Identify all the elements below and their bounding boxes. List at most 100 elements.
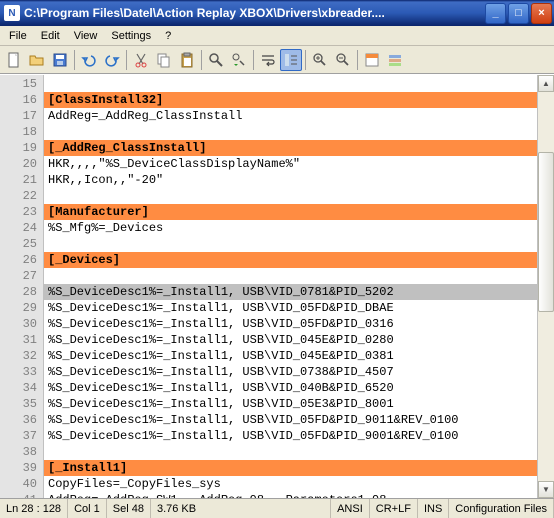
toolbar-separator [126,50,127,70]
menu-file[interactable]: File [2,28,34,44]
undo-button[interactable] [78,49,100,71]
line-number: 29 [0,300,37,316]
paste-button[interactable] [176,49,198,71]
code-area[interactable]: [ClassInstall32]AddReg=_AddReg_ClassInst… [44,75,537,498]
line-number: 40 [0,476,37,492]
section-header-line[interactable]: [_Install1] [44,460,537,476]
code-line[interactable]: %S_DeviceDesc1%=_Install1, USB\VID_05FD&… [44,300,537,316]
title-bar: N C:\Program Files\Datel\Action Replay X… [0,0,554,26]
line-number: 34 [0,380,37,396]
menu-bar: File Edit View Settings ? [0,26,554,46]
scroll-down-button[interactable]: ▼ [538,481,554,498]
zoom-in-button[interactable] [309,49,331,71]
save-button[interactable] [49,49,71,71]
code-line[interactable]: HKR,,Icon,,"-20" [44,172,537,188]
code-line[interactable] [44,124,537,140]
line-number: 20 [0,156,37,172]
toolbar-separator [305,50,306,70]
replace-button[interactable] [228,49,250,71]
status-selection: Sel 48 [107,499,151,518]
line-number: 37 [0,428,37,444]
code-line[interactable]: %S_DeviceDesc1%=_Install1, USB\VID_05E3&… [44,396,537,412]
scheme-button[interactable] [361,49,383,71]
maximize-button[interactable]: □ [508,3,529,24]
toolbar-separator [253,50,254,70]
line-number: 38 [0,444,37,460]
redo-button[interactable] [101,49,123,71]
line-number-gutter: 1516171819202122232425262728293031323334… [0,75,44,498]
line-number: 35 [0,396,37,412]
scroll-track[interactable] [538,92,554,481]
line-number: 33 [0,364,37,380]
toolbar-separator [74,50,75,70]
menu-view[interactable]: View [67,28,105,44]
code-line[interactable] [44,188,537,204]
status-position: Ln 28 : 128 [0,499,68,518]
line-numbers-button[interactable] [280,49,302,71]
minimize-button[interactable]: _ [485,3,506,24]
code-line[interactable]: %S_DeviceDesc1%=_Install1, USB\VID_0738&… [44,364,537,380]
line-number: 28 [0,284,37,300]
code-line[interactable] [44,76,537,92]
vertical-scrollbar[interactable]: ▲ ▼ [537,75,554,498]
code-line[interactable]: %S_DeviceDesc1%=_Install1, USB\VID_05FD&… [44,428,537,444]
zoom-out-button[interactable] [332,49,354,71]
word-wrap-button[interactable] [257,49,279,71]
menu-edit[interactable]: Edit [34,28,67,44]
code-line[interactable]: %S_DeviceDesc1%=_Install1, USB\VID_05FD&… [44,316,537,332]
code-line[interactable]: %S_Mfg%=_Devices [44,220,537,236]
line-number: 31 [0,332,37,348]
section-header-line[interactable]: [_Devices] [44,252,537,268]
line-number: 17 [0,108,37,124]
app-icon: N [4,5,20,21]
section-header-line[interactable]: [Manufacturer] [44,204,537,220]
line-number: 19 [0,140,37,156]
line-number: 23 [0,204,37,220]
cut-button[interactable] [130,49,152,71]
code-line[interactable]: AddReg=_AddReg_ClassInstall [44,108,537,124]
settings-button[interactable] [384,49,406,71]
window-title: C:\Program Files\Datel\Action Replay XBO… [24,6,485,20]
code-line[interactable]: HKR,,,,"%S_DeviceClassDisplayName%" [44,156,537,172]
status-mode: INS [418,499,449,518]
code-line[interactable]: %S_DeviceDesc1%=_Install1, USB\VID_05FD&… [44,412,537,428]
scroll-up-button[interactable]: ▲ [538,75,554,92]
section-header-line[interactable]: [ClassInstall32] [44,92,537,108]
editor[interactable]: 1516171819202122232425262728293031323334… [0,74,554,498]
window-buttons: _ □ × [485,3,552,24]
status-column: Col 1 [68,499,107,518]
status-encoding: ANSI [331,499,370,518]
open-file-button[interactable] [26,49,48,71]
copy-button[interactable] [153,49,175,71]
code-line[interactable]: %S_DeviceDesc1%=_Install1, USB\VID_045E&… [44,348,537,364]
close-button[interactable]: × [531,3,552,24]
code-line[interactable]: %S_DeviceDesc1%=_Install1, USB\VID_0781&… [44,284,537,300]
code-line[interactable]: AddReg=_AddReg_SW1, _AddReg_98, _Paramet… [44,492,537,498]
line-number: 30 [0,316,37,332]
code-line[interactable]: CopyFiles=_CopyFiles_sys [44,476,537,492]
find-button[interactable] [205,49,227,71]
line-number: 32 [0,348,37,364]
toolbar-separator [357,50,358,70]
toolbar [0,46,554,74]
status-bar: Ln 28 : 128 Col 1 Sel 48 3.76 KB ANSI CR… [0,498,554,518]
toolbar-separator [201,50,202,70]
line-number: 15 [0,76,37,92]
line-number: 36 [0,412,37,428]
menu-help[interactable]: ? [158,28,178,44]
code-line[interactable]: %S_DeviceDesc1%=_Install1, USB\VID_045E&… [44,332,537,348]
status-filesize: 3.76 KB [151,499,331,518]
line-number: 18 [0,124,37,140]
line-number: 22 [0,188,37,204]
menu-settings[interactable]: Settings [104,28,158,44]
code-line[interactable] [44,268,537,284]
code-line[interactable] [44,444,537,460]
line-number: 16 [0,92,37,108]
section-header-line[interactable]: [_AddReg_ClassInstall] [44,140,537,156]
line-number: 25 [0,236,37,252]
scroll-thumb[interactable] [538,152,554,312]
new-file-button[interactable] [3,49,25,71]
line-number: 39 [0,460,37,476]
code-line[interactable] [44,236,537,252]
code-line[interactable]: %S_DeviceDesc1%=_Install1, USB\VID_040B&… [44,380,537,396]
